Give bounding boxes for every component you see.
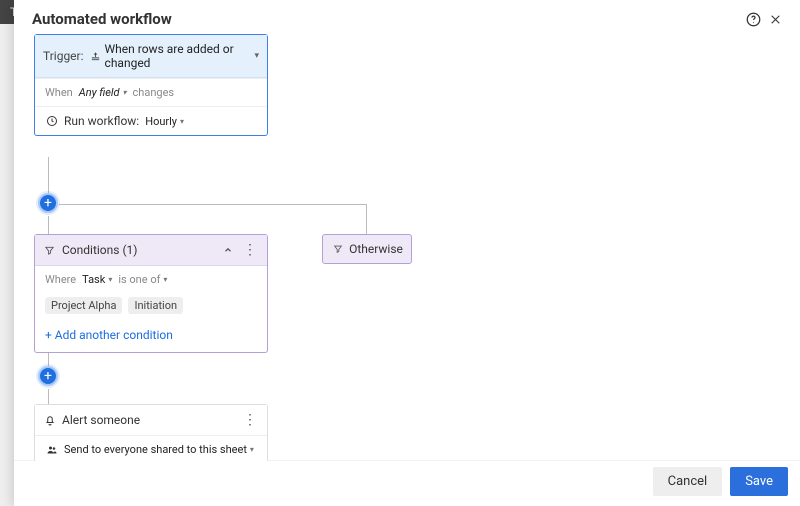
help-icon[interactable]	[742, 8, 764, 30]
conditions-block: Conditions (1) ⋮ Where Task▾ is one of▾ …	[34, 234, 268, 353]
save-button[interactable]: Save	[730, 467, 788, 496]
add-step-button[interactable]: +	[38, 193, 58, 213]
when-field-dropdown[interactable]: Any field▾	[79, 86, 127, 99]
trigger-header: Trigger: When rows are added or changed …	[35, 35, 267, 78]
chip-initiation[interactable]: Initiation	[128, 297, 183, 314]
alert-menu-icon[interactable]: ⋮	[241, 412, 259, 428]
alert-send-row: Send to everyone shared to this sheet▾	[35, 436, 267, 461]
connector	[48, 157, 49, 193]
where-label: Where	[45, 273, 76, 286]
chip-project-alpha[interactable]: Project Alpha	[45, 297, 122, 314]
send-to-dropdown[interactable]: Send to everyone shared to this sheet▾	[64, 443, 254, 456]
close-icon[interactable]	[764, 8, 786, 30]
condition-field-dropdown[interactable]: Task▾	[82, 273, 112, 286]
filter-icon	[331, 244, 344, 254]
trigger-when-row: When Any field▾ changes	[35, 78, 267, 106]
connector	[366, 204, 367, 234]
trigger-block: Trigger: When rows are added or changed …	[34, 34, 268, 136]
conditions-header: Conditions (1) ⋮	[35, 235, 267, 266]
trigger-label: Trigger:	[43, 49, 84, 63]
connector	[59, 204, 366, 205]
add-condition-link[interactable]: Add another condition	[35, 322, 267, 352]
otherwise-block[interactable]: Otherwise	[322, 234, 412, 264]
caret-down-icon: ▾	[254, 51, 259, 61]
condition-op-dropdown[interactable]: is one of▾	[118, 273, 167, 286]
run-workflow-label: Run workflow:	[64, 114, 139, 128]
when-label: When	[45, 86, 73, 99]
collapse-icon[interactable]	[221, 245, 235, 255]
otherwise-label: Otherwise	[349, 242, 403, 256]
cancel-button[interactable]: Cancel	[653, 467, 723, 496]
conditions-title: Conditions (1)	[62, 243, 137, 257]
conditions-menu-icon[interactable]: ⋮	[241, 242, 259, 258]
trigger-type-dropdown[interactable]: When rows are added or changed ▾	[90, 42, 259, 70]
connector	[48, 389, 49, 405]
run-frequency-dropdown[interactable]: Hourly▾	[145, 115, 184, 128]
filter-icon	[43, 245, 56, 256]
trigger-run-row: Run workflow: Hourly▾	[35, 106, 267, 135]
changes-label: changes	[133, 86, 175, 99]
trigger-type-text: When rows are added or changed	[105, 42, 249, 70]
modal-footer: Cancel Save	[14, 461, 800, 506]
workflow-canvas: + + Trigger: When rows are added or chan…	[14, 34, 800, 461]
people-icon	[45, 444, 58, 456]
add-step-button[interactable]: +	[38, 366, 58, 386]
alert-block: Alert someone ⋮ Send to everyone shared …	[34, 404, 268, 461]
rows-icon	[90, 51, 101, 62]
clock-icon	[45, 115, 58, 127]
connector	[48, 216, 49, 235]
modal-title: Automated workflow	[32, 10, 172, 28]
bell-icon	[43, 414, 56, 426]
alert-header: Alert someone ⋮	[35, 405, 267, 436]
modal-header: Automated workflow	[14, 0, 800, 34]
alert-title: Alert someone	[62, 413, 140, 427]
condition-values[interactable]: Project Alpha Initiation	[35, 293, 267, 322]
automated-workflow-modal: Automated workflow + + Trigger:	[14, 0, 800, 506]
condition-row: Where Task▾ is one of▾	[35, 266, 267, 293]
